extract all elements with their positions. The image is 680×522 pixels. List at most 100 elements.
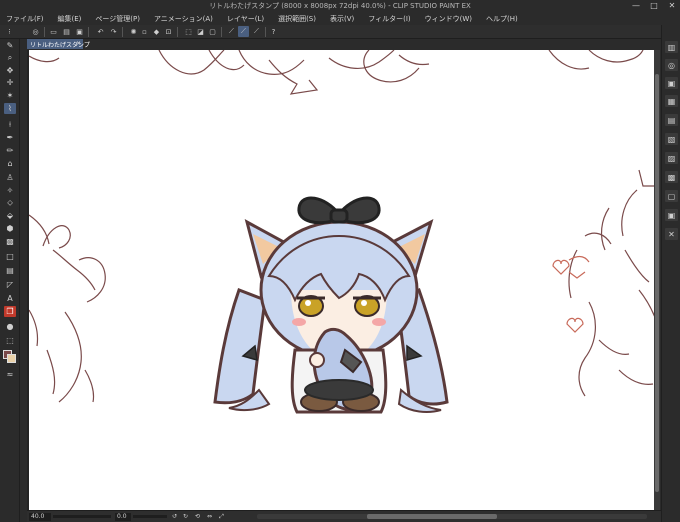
separator: [122, 27, 123, 37]
ruler-icon[interactable]: ◸: [4, 279, 16, 290]
close-tab-icon[interactable]: ×: [76, 39, 81, 49]
app-window: リトルわたげスタンプ (8000 x 8008px 72dpi 40.0%) -…: [0, 0, 680, 522]
window-title: リトルわたげスタンプ (8000 x 8008px 72dpi 40.0%) -…: [209, 2, 471, 10]
window-controls: — □ ✕: [630, 0, 678, 12]
text-icon[interactable]: A: [4, 293, 16, 304]
lasso-select-icon[interactable]: ⌇: [4, 103, 16, 114]
timeline-icon[interactable]: ▩: [665, 171, 678, 183]
right-sketch: [552, 169, 654, 397]
menu-help[interactable]: ヘルプ(H): [486, 14, 518, 24]
zoom-icon[interactable]: ⌕: [4, 52, 16, 63]
loading-icon[interactable]: ✺: [128, 26, 139, 37]
close-panel-icon[interactable]: ✕: [665, 228, 678, 240]
character-artwork: [213, 196, 449, 414]
vertical-scroll-thumb[interactable]: [655, 74, 659, 492]
separator: [265, 27, 266, 37]
gradient-icon[interactable]: ▩: [4, 236, 16, 247]
fill-command-icon[interactable]: ◆: [151, 26, 162, 37]
new-file-icon[interactable]: ▭: [48, 26, 59, 37]
save-icon[interactable]: ▣: [74, 26, 85, 37]
fill-icon[interactable]: ⬢: [4, 223, 16, 234]
layer-select-icon[interactable]: ⬚: [4, 335, 16, 346]
frame-icon[interactable]: ▤: [4, 265, 16, 276]
pen-icon[interactable]: ✒: [4, 132, 16, 143]
menu-window[interactable]: ウィンドウ(W): [425, 14, 472, 24]
minimize-icon[interactable]: —: [630, 0, 642, 12]
snap-special-ruler-icon[interactable]: ⟋: [238, 26, 249, 37]
rotate-right-icon[interactable]: ↻: [181, 512, 190, 521]
blend-icon[interactable]: ⬙: [4, 210, 16, 221]
menu-edit[interactable]: 編集(E): [58, 14, 82, 24]
snap-grid-icon[interactable]: ⟋: [251, 26, 262, 37]
airbrush-icon[interactable]: ♙: [4, 172, 16, 183]
separator: [44, 27, 45, 37]
sparkle-icon[interactable]: ✶: [4, 90, 16, 101]
flip-icon[interactable]: ⇔: [205, 512, 214, 521]
open-file-icon[interactable]: ▤: [61, 26, 72, 37]
rotation-slider[interactable]: [133, 515, 167, 518]
auto-action-icon[interactable]: ▢: [665, 190, 678, 202]
right-palette-dock: ▥ ◎ ▣ ▦ ▤ ▧ ▨ ▩ ▢ ▣ ✕: [661, 25, 680, 522]
menu-view[interactable]: 表示(V): [330, 14, 354, 24]
history-icon[interactable]: ▤: [665, 114, 678, 126]
balloon-icon[interactable]: ❐: [4, 306, 16, 317]
color-set-icon[interactable]: ▣: [665, 209, 678, 221]
clear-icon[interactable]: ▫: [139, 26, 150, 37]
figure-icon[interactable]: □: [4, 251, 16, 262]
menu-layer[interactable]: レイヤー(L): [227, 14, 264, 24]
move-hand-icon[interactable]: ✥: [4, 65, 16, 76]
menu-selection[interactable]: 選択範囲(S): [278, 14, 316, 24]
horizontal-scrollbar[interactable]: [257, 514, 647, 519]
separator: [88, 27, 89, 37]
clip-studio-icon[interactable]: ◎: [30, 26, 41, 37]
instructions-icon[interactable]: ?: [268, 26, 279, 37]
decoration-icon[interactable]: ✧: [4, 185, 16, 196]
menu-page[interactable]: ページ管理(P): [95, 14, 140, 24]
menu-bar: ファイル(F) 編集(E) ページ管理(P) アニメーション(A) レイヤー(L…: [0, 12, 680, 25]
eraser-icon[interactable]: ⬦: [4, 197, 16, 208]
eyedropper-icon[interactable]: ⍿: [4, 119, 16, 130]
rotate-left-icon[interactable]: ↺: [170, 512, 179, 521]
zoom-slider[interactable]: [53, 515, 111, 518]
tool-property-icon[interactable]: ▨: [665, 152, 678, 164]
vertical-scrollbar[interactable]: [654, 50, 660, 510]
horizontal-scroll-thumb[interactable]: [367, 514, 497, 519]
invert-selection-icon[interactable]: ◪: [195, 26, 206, 37]
grip-icon: ⁝: [8, 27, 11, 36]
menu-filter[interactable]: フィルター(I): [368, 14, 410, 24]
menu-animation[interactable]: アニメーション(A): [154, 14, 213, 24]
rotation-field[interactable]: 0.0: [115, 513, 131, 521]
deselect-icon[interactable]: ⬚: [183, 26, 194, 37]
maximize-icon[interactable]: □: [648, 0, 660, 12]
document-tab[interactable]: リトルわたげスタンプ ×: [27, 39, 90, 49]
layer-panel-icon[interactable]: ▥: [665, 41, 678, 53]
pencil-icon[interactable]: ✏: [4, 145, 16, 156]
menu-file[interactable]: ファイル(F): [6, 14, 44, 24]
tool-palette: ✎ ⌕ ✥ ✛ ✶ ⌇ ⍿ ✒ ✏ ⌂ ♙ ✧ ⬦ ⬙ ⬢ ▩ □ ▤ ◸ A …: [0, 39, 20, 522]
reset-rotation-icon[interactable]: ⟲: [193, 512, 202, 521]
transform-icon[interactable]: ⊡: [163, 26, 174, 37]
sub-color-swatch[interactable]: [7, 354, 16, 363]
canvas-artwork: [29, 50, 654, 414]
separator: [177, 27, 178, 37]
left-sketch: [29, 214, 106, 403]
brush-icon[interactable]: ⌂: [4, 158, 16, 169]
close-icon[interactable]: ✕: [666, 0, 678, 12]
status-bar: 40.0 0.0 ↺ ↻ ⟲ ⇔ ⤢: [27, 510, 661, 522]
material-icon[interactable]: ▦: [665, 95, 678, 107]
brush-size-icon[interactable]: ✎: [4, 40, 16, 51]
fit-icon[interactable]: ⤢: [217, 512, 226, 521]
undo-icon[interactable]: ↶: [95, 26, 106, 37]
layer-property-icon[interactable]: ▧: [665, 133, 678, 145]
transparent-color-icon[interactable]: ≈: [4, 369, 16, 380]
zoom-field[interactable]: 40.0: [29, 513, 51, 521]
command-bar: ⁝ ◎ ▭ ▤ ▣ ↶ ↷ ✺ ▫ ◆ ⊡ ⬚ ◪ ▢ ⟋ ⟋ ⟋ ? ⁝: [0, 25, 680, 39]
object-icon[interactable]: ✛: [4, 77, 16, 88]
show-selection-icon[interactable]: ▢: [207, 26, 218, 37]
redo-icon[interactable]: ↷: [108, 26, 119, 37]
subview-icon[interactable]: ▣: [665, 77, 678, 89]
navigator-icon[interactable]: ◎: [665, 59, 678, 71]
correction-icon[interactable]: ●: [4, 321, 16, 332]
snap-ruler-icon[interactable]: ⟋: [226, 26, 237, 37]
canvas[interactable]: [27, 50, 654, 510]
